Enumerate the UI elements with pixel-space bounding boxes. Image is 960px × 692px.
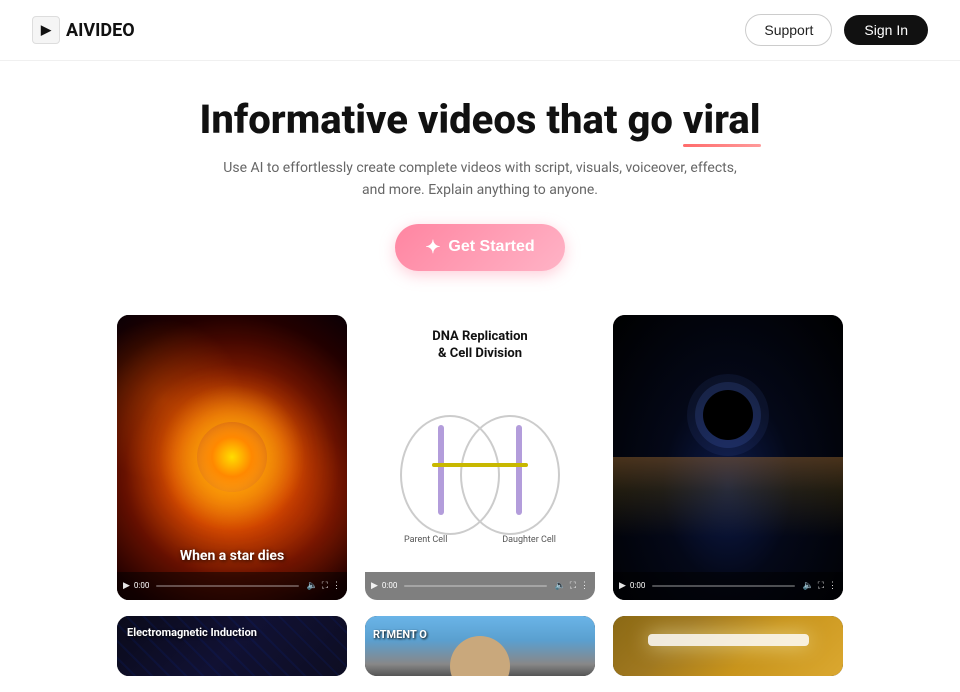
logo-icon: ▶ [32,16,60,44]
venn-connector [432,463,528,467]
video-row-1: When a star dies ▶ 0:00 🔈 ⛶ ⋮ DNA Replic… [48,315,912,600]
fullscreen-icon-dna[interactable]: ⛶ [570,581,576,591]
get-started-button[interactable]: ✦ Get Started [395,224,564,271]
blackhole-thumbnail [613,315,843,600]
fullscreen-icon-bh[interactable]: ⛶ [818,581,824,591]
venn-diagram: Parent Cell Daughter Cell [400,405,560,545]
progress-bar-dna[interactable] [404,585,547,587]
video-controls-star: ▶ 0:00 🔈 ⛶ ⋮ [117,572,347,600]
signin-button[interactable]: Sign In [844,15,928,45]
more-icon-bh[interactable]: ⋮ [828,581,837,591]
volume-icon-dna[interactable]: 🔈 [554,581,565,591]
header-nav: Support Sign In [745,14,928,46]
video-controls-blackhole: ▶ 0:00 🔈 ⛶ ⋮ [613,572,843,600]
hero-title-highlight: viral [683,97,761,143]
dna-thumbnail: DNA Replication & Cell Division Parent C… [365,315,595,600]
play-icon-bh[interactable]: ▶ [619,581,626,591]
logo-text: AIVIDEO [66,20,135,41]
parent-cell-label: Parent Cell [404,535,447,545]
play-icon[interactable]: ▶ [123,581,130,591]
video-controls-dna: ▶ 0:00 🔈 ⛶ ⋮ [365,572,595,600]
star-caption: When a star dies [117,548,347,564]
video-card-em[interactable]: Electromagnetic Induction [117,616,347,676]
venn-right-circle [460,415,560,535]
star-glow [197,422,267,492]
hero-title: Informative videos that go viral [199,97,760,143]
venn-bar-right [516,425,522,515]
person-thumbnail: RTMENT O [365,616,595,676]
volume-icon[interactable]: 🔈 [306,581,317,591]
cta-label: Get Started [448,238,534,256]
dna-diagram: Parent Cell Daughter Cell [390,371,570,600]
room-thumbnail [613,616,843,676]
video-row-2: Electromagnetic Induction RTMENT O [48,616,912,676]
dna-title: DNA Replication & Cell Division [422,315,537,371]
time-star: 0:00 [134,581,149,590]
venn-bar-left [438,425,444,515]
logo: ▶ AIVIDEO [32,16,135,44]
hero-subtitle: Use AI to effortlessly create complete v… [20,157,940,202]
progress-bar-star[interactable] [156,585,299,587]
play-icon-dna[interactable]: ▶ [371,581,378,591]
volume-icon-bh[interactable]: 🔈 [802,581,813,591]
progress-bar-bh[interactable] [652,585,795,587]
video-card-blackhole[interactable]: ▶ 0:00 🔈 ⛶ ⋮ [613,315,843,600]
time-dna: 0:00 [382,581,397,590]
em-caption: Electromagnetic Induction [127,626,337,639]
support-button[interactable]: Support [745,14,832,46]
more-icon[interactable]: ⋮ [332,581,341,591]
header: ▶ AIVIDEO Support Sign In [0,0,960,61]
video-section: When a star dies ▶ 0:00 🔈 ⛶ ⋮ DNA Replic… [0,295,960,676]
fullscreen-icon[interactable]: ⛶ [322,581,328,591]
video-card-star[interactable]: When a star dies ▶ 0:00 🔈 ⛶ ⋮ [117,315,347,600]
venn-labels: Parent Cell Daughter Cell [400,535,560,545]
video-card-room[interactable] [613,616,843,676]
video-card-person[interactable]: RTMENT O [365,616,595,676]
video-card-dna[interactable]: DNA Replication & Cell Division Parent C… [365,315,595,600]
person-caption: RTMENT O [373,628,427,641]
em-thumbnail: Electromagnetic Induction [117,616,347,676]
time-bh: 0:00 [630,581,645,590]
daughter-cell-label: Daughter Cell [502,535,556,545]
hero-section: Informative videos that go viral Use AI … [0,61,960,295]
more-icon-dna[interactable]: ⋮ [580,581,589,591]
sparkle-icon: ✦ [425,237,440,258]
